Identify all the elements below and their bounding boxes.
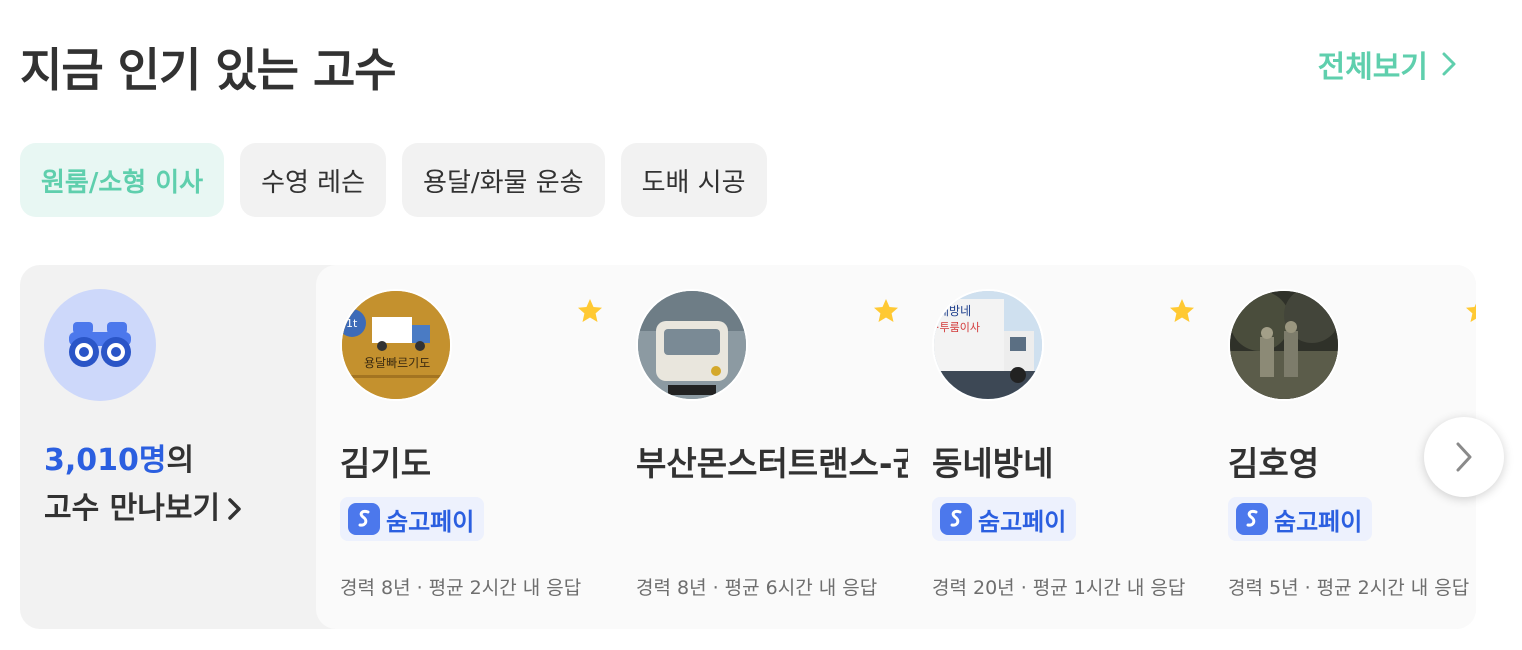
pay-badge-label: 숨고페이 [978,507,1067,536]
view-all-link[interactable]: 전체보기 [1318,42,1460,86]
svg-text:·투룸이사: ·투룸이사 [936,321,980,334]
pro-meta: 경력 20년 · 평균 1시간 내 응답 [932,577,1186,599]
soomgo-pay-badge: 숨고페이 [1228,497,1373,541]
star-icon [1466,303,1476,322]
star-icon [578,299,602,322]
pro-name: 동네방네 [932,444,1054,483]
chip-wallpaper[interactable]: 도배 시공 [620,143,767,217]
chip-label: 도배 시공 [641,167,746,198]
intro-card[interactable]: 3,010명의 고수 만나보기 [20,265,320,629]
view-all-label: 전체보기 [1317,50,1428,85]
pro-meta: 경력 8년 · 평균 6시간 내 응답 [636,577,878,599]
chip-swimming-lesson[interactable]: 수영 레슨 [240,143,387,217]
intro-text: 3,010명의 고수 만나보기 [44,437,244,533]
soomgo-pay-badge: 숨고페이 [932,497,1077,541]
pro-count: 3,010명 [44,443,167,478]
star-icon [874,299,898,322]
chip-label: 원룸/소형 이사 [41,167,204,198]
chip-truck-delivery[interactable]: 용달/화물 운송 [402,143,605,217]
pro-card[interactable]: 네방네 ·투룸이사 동네방네 숨고페이 경력 20년 · 평균 1시간 내 응답 [908,265,1204,629]
meet-pros-link[interactable]: 고수 만나보기 [44,485,244,533]
avatar: 네방네 ·투룸이사 [932,289,1044,401]
chevron-right-icon [1442,52,1456,76]
section-title: 지금 인기 있는 고수 [20,43,397,97]
pro-count-suffix: 의 [166,443,195,478]
soomgo-pay-icon [940,503,972,535]
pro-name: 부산몬스터트랜스-권 [636,444,908,483]
pro-card[interactable]: 1t 용달빠르기도 김기도 숨고페이 경력 8년 · 평균 2시간 내 응답 [316,265,612,629]
carousel-next-button[interactable] [1424,417,1504,497]
pay-badge-label: 숨고페이 [1274,507,1363,536]
pro-meta: 경력 5년 · 평균 2시간 내 응답 [1228,577,1470,599]
avatar [636,289,748,401]
avatar [1228,289,1340,401]
svg-text:용달빠르기도: 용달빠르기도 [364,356,430,370]
svg-text:1t: 1t [346,317,358,330]
pro-meta: 경력 8년 · 평균 2시간 내 응답 [340,577,582,599]
pro-cards: 1t 용달빠르기도 김기도 숨고페이 경력 8년 · 평균 2시간 내 응답 부… [316,265,1476,629]
pro-carousel: 3,010명의 고수 만나보기 1t 용달빠르기도 김기도 숨고페이 경력 8년… [20,265,1476,629]
avatar: 1t 용달빠르기도 [340,289,452,401]
chip-label: 수영 레슨 [261,167,366,198]
chip-label: 용달/화물 운송 [423,167,584,198]
section-header: 지금 인기 있는 고수 전체보기 [20,28,1460,98]
soomgo-pay-icon [1236,503,1268,535]
star-icon [1170,299,1194,322]
binoculars-icon [44,289,156,401]
pay-badge-label: 숨고페이 [386,507,475,536]
chevron-right-icon [1456,442,1472,472]
pro-card[interactable]: 부산몬스터트랜스-권 경력 8년 · 평균 6시간 내 응답 [612,265,908,629]
chip-studio-moving[interactable]: 원룸/소형 이사 [20,143,225,217]
chevron-right-icon [228,498,241,520]
category-chips: 원룸/소형 이사 수영 레슨 용달/화물 운송 도배 시공 [20,143,767,217]
meet-pros-label: 고수 만나보기 [44,491,221,526]
svg-text:네방네: 네방네 [938,304,971,318]
soomgo-pay-badge: 숨고페이 [340,497,485,541]
pro-name: 김기도 [340,444,432,483]
soomgo-pay-icon [348,503,380,535]
